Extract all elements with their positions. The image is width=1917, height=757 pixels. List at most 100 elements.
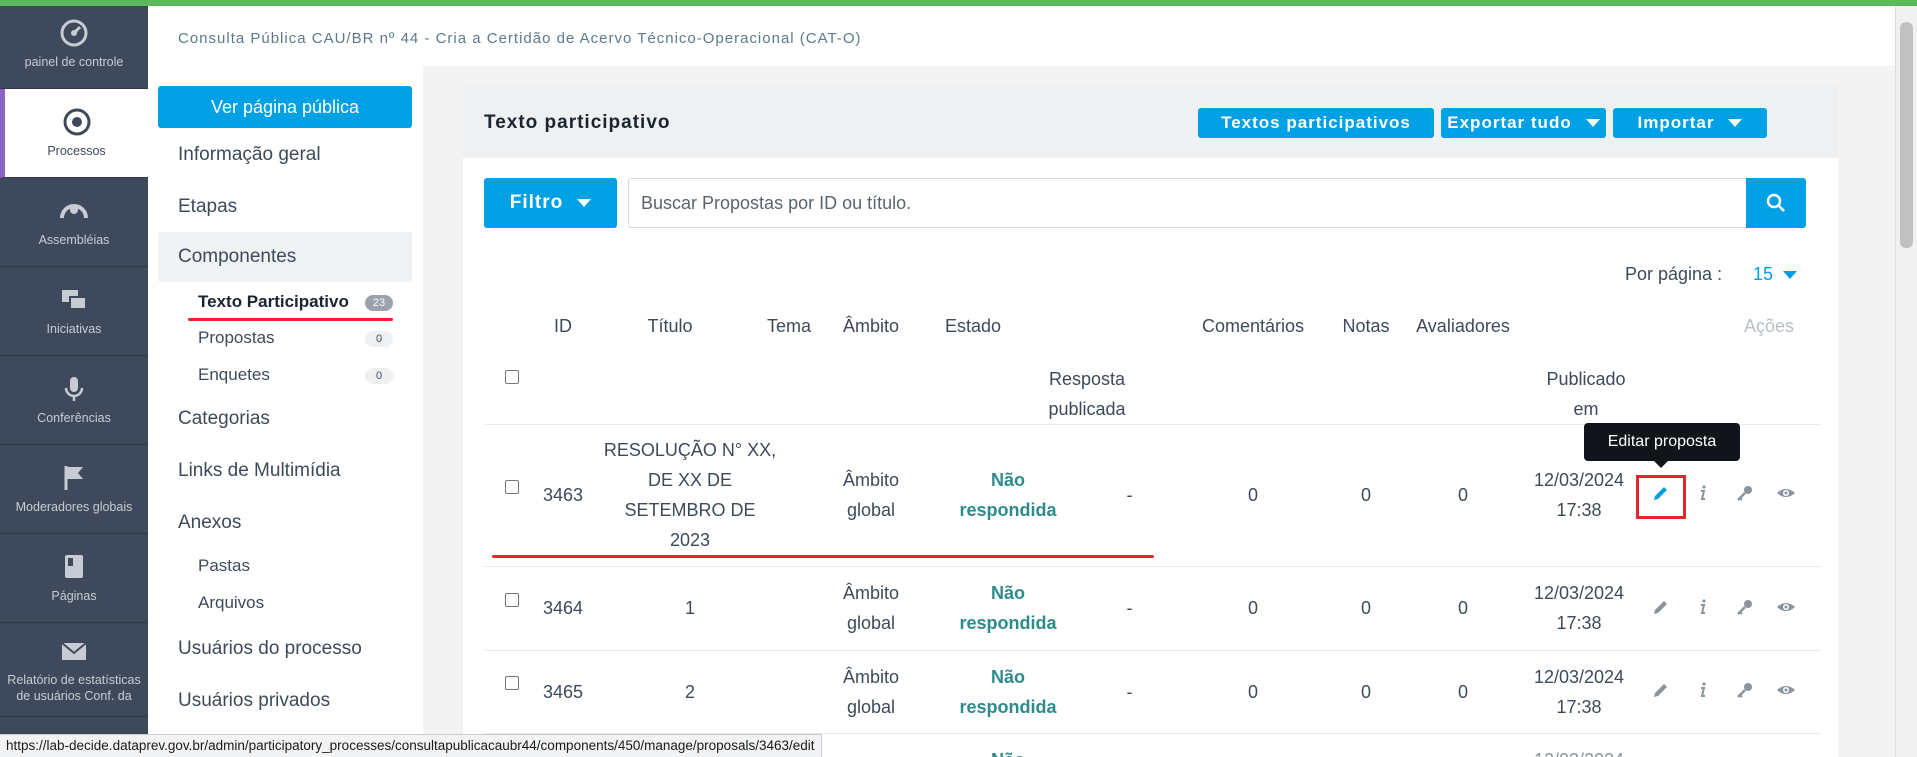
edit-proposal-tooltip: Editar proposta	[1584, 423, 1740, 468]
column-header-published-line1[interactable]: Publicado	[1531, 364, 1641, 394]
cell-title-line[interactable]: RESOLUÇÃO N° XX,	[600, 435, 780, 465]
cell-notes: 0	[1360, 485, 1371, 505]
nav-item-moderators[interactable]: Moderadores globais	[0, 445, 148, 534]
permissions-button[interactable]	[1733, 595, 1757, 619]
column-header-comments[interactable]: Comentários	[1193, 296, 1313, 356]
import-button[interactable]: Importar	[1613, 108, 1767, 138]
pencil-icon	[1654, 601, 1667, 614]
cell-scope: global	[846, 697, 896, 717]
view-public-page-button[interactable]: Ver página pública	[158, 86, 412, 128]
edit-proposal-button[interactable]	[1649, 595, 1673, 619]
scrollbar-thumb[interactable]	[1900, 22, 1913, 248]
cell-id: 3465	[542, 682, 584, 702]
nav-label: Assembléias	[38, 233, 110, 247]
top-accent-bar	[0, 0, 1917, 6]
pencil-icon	[1654, 684, 1667, 697]
cell-title-line[interactable]: DE XX DE	[600, 465, 780, 495]
column-header-scope[interactable]: Âmbito	[831, 296, 911, 356]
card-title: Texto participativo	[484, 112, 671, 133]
row-checkbox[interactable]	[505, 593, 519, 607]
cell-notes: 0	[1360, 598, 1371, 618]
export-all-button[interactable]: Exportar tudo	[1441, 108, 1606, 138]
cell-state: Não	[938, 745, 1078, 757]
sidebar-link-categories[interactable]: Categorias	[178, 408, 270, 430]
card-header: Texto participativo Textos participativo…	[463, 86, 1838, 158]
search-button[interactable]	[1746, 178, 1806, 228]
cell-published: 17:38	[1556, 613, 1602, 633]
sidebar-link-steps[interactable]: Etapas	[178, 196, 237, 218]
preview-button[interactable]	[1774, 595, 1798, 619]
cell-title-line[interactable]: 1	[600, 593, 780, 623]
column-header-answer-line1[interactable]: Resposta	[1037, 364, 1137, 394]
nav-item-processes[interactable]: Processos	[0, 89, 148, 178]
sidebar-link-folders[interactable]: Pastas	[198, 556, 250, 576]
count-badge: 23	[365, 295, 393, 311]
column-header-actions: Ações	[1743, 316, 1795, 336]
sidebar-link-private-users[interactable]: Usuários privados	[178, 690, 330, 712]
column-header-evaluators[interactable]: Avaliadores	[1403, 296, 1523, 356]
cell-evaluators: 0	[1457, 485, 1468, 505]
search-input[interactable]	[628, 178, 1763, 228]
cell-published: 17:38	[1556, 500, 1602, 520]
sidebar-link-process-users[interactable]: Usuários do processo	[178, 638, 362, 660]
component-link-surveys[interactable]: Enquetes	[198, 365, 270, 385]
cell-title-line[interactable]: SETEMBRO DE	[600, 495, 780, 525]
row-checkbox[interactable]	[505, 676, 519, 690]
initiatives-icon	[59, 285, 89, 315]
cell-scope: Âmbito	[842, 667, 900, 687]
info-button[interactable]	[1691, 481, 1715, 505]
column-header-id[interactable]: ID	[533, 296, 593, 356]
column-header-notes[interactable]: Notas	[1331, 296, 1401, 356]
nav-item-initiatives[interactable]: Iniciativas	[0, 267, 148, 356]
nav-item-assemblies[interactable]: Assembléias	[0, 178, 148, 267]
cell-published: 12/03/2024	[1521, 745, 1637, 757]
filter-button[interactable]: Filtro	[484, 178, 617, 228]
secondary-nav: Ver página pública Informação geral Etap…	[148, 66, 423, 757]
page-header: Consulta Pública CAU/BR nº 44 - Cria a C…	[148, 6, 1895, 66]
count-badge: 0	[365, 368, 393, 384]
component-link-proposals[interactable]: Propostas	[198, 328, 275, 348]
cell-scope: Âmbito	[842, 583, 900, 603]
caret-down-icon	[1728, 119, 1743, 127]
cell-title-line[interactable]: 2	[600, 677, 780, 707]
nav-item-pages[interactable]: Páginas	[0, 534, 148, 623]
info-icon	[1700, 485, 1706, 500]
cell-answer: -	[1126, 682, 1133, 702]
per-page-dropdown[interactable]: 15	[1753, 264, 1798, 285]
cell-published: 12/03/2024	[1533, 667, 1625, 687]
column-header-title[interactable]: Título	[600, 296, 740, 356]
permissions-button[interactable]	[1733, 481, 1757, 505]
component-link-participatory-text[interactable]: Texto Participativo	[198, 292, 349, 312]
column-header-theme[interactable]: Tema	[759, 296, 819, 356]
cell-state: respondida	[959, 697, 1057, 717]
nav-item-statistics[interactable]: Relatório de estatísticas de usuários Co…	[0, 623, 148, 717]
page-scrollbar[interactable]	[1895, 0, 1917, 757]
per-page-label: Por página :	[1625, 264, 1723, 284]
preview-button[interactable]	[1774, 481, 1798, 505]
info-button[interactable]	[1691, 678, 1715, 702]
sidebar-link-files[interactable]: Arquivos	[198, 593, 264, 613]
participatory-texts-button[interactable]: Textos participativos	[1198, 108, 1434, 138]
eye-icon	[1777, 686, 1795, 694]
permissions-button[interactable]	[1733, 678, 1757, 702]
nav-item-conferences[interactable]: Conferências	[0, 356, 148, 445]
proposals-card: Texto participativo Textos participativo…	[463, 86, 1838, 757]
cell-title-line[interactable]: 2023	[600, 525, 780, 555]
row-checkbox[interactable]	[505, 480, 519, 494]
edit-proposal-button[interactable]	[1649, 678, 1673, 702]
book-icon	[59, 552, 89, 582]
preview-button[interactable]	[1774, 678, 1798, 702]
nav-item-dashboard[interactable]: painel de controle	[0, 0, 148, 89]
select-all-checkbox[interactable]	[505, 370, 519, 384]
sidebar-link-attachments[interactable]: Anexos	[178, 512, 241, 534]
cell-notes: 0	[1360, 682, 1371, 702]
sidebar-link-components[interactable]: Componentes	[158, 232, 412, 282]
sidebar-link-multimedia[interactable]: Links de Multimídia	[178, 460, 341, 482]
column-header-state[interactable]: Estado	[923, 296, 1023, 356]
cell-state: Não	[990, 470, 1025, 490]
info-icon	[1700, 599, 1706, 614]
info-button[interactable]	[1691, 595, 1715, 619]
annotation-box	[1636, 475, 1686, 519]
sidebar-link-info[interactable]: Informação geral	[178, 144, 321, 166]
sidebar-link-label: Componentes	[178, 246, 297, 267]
